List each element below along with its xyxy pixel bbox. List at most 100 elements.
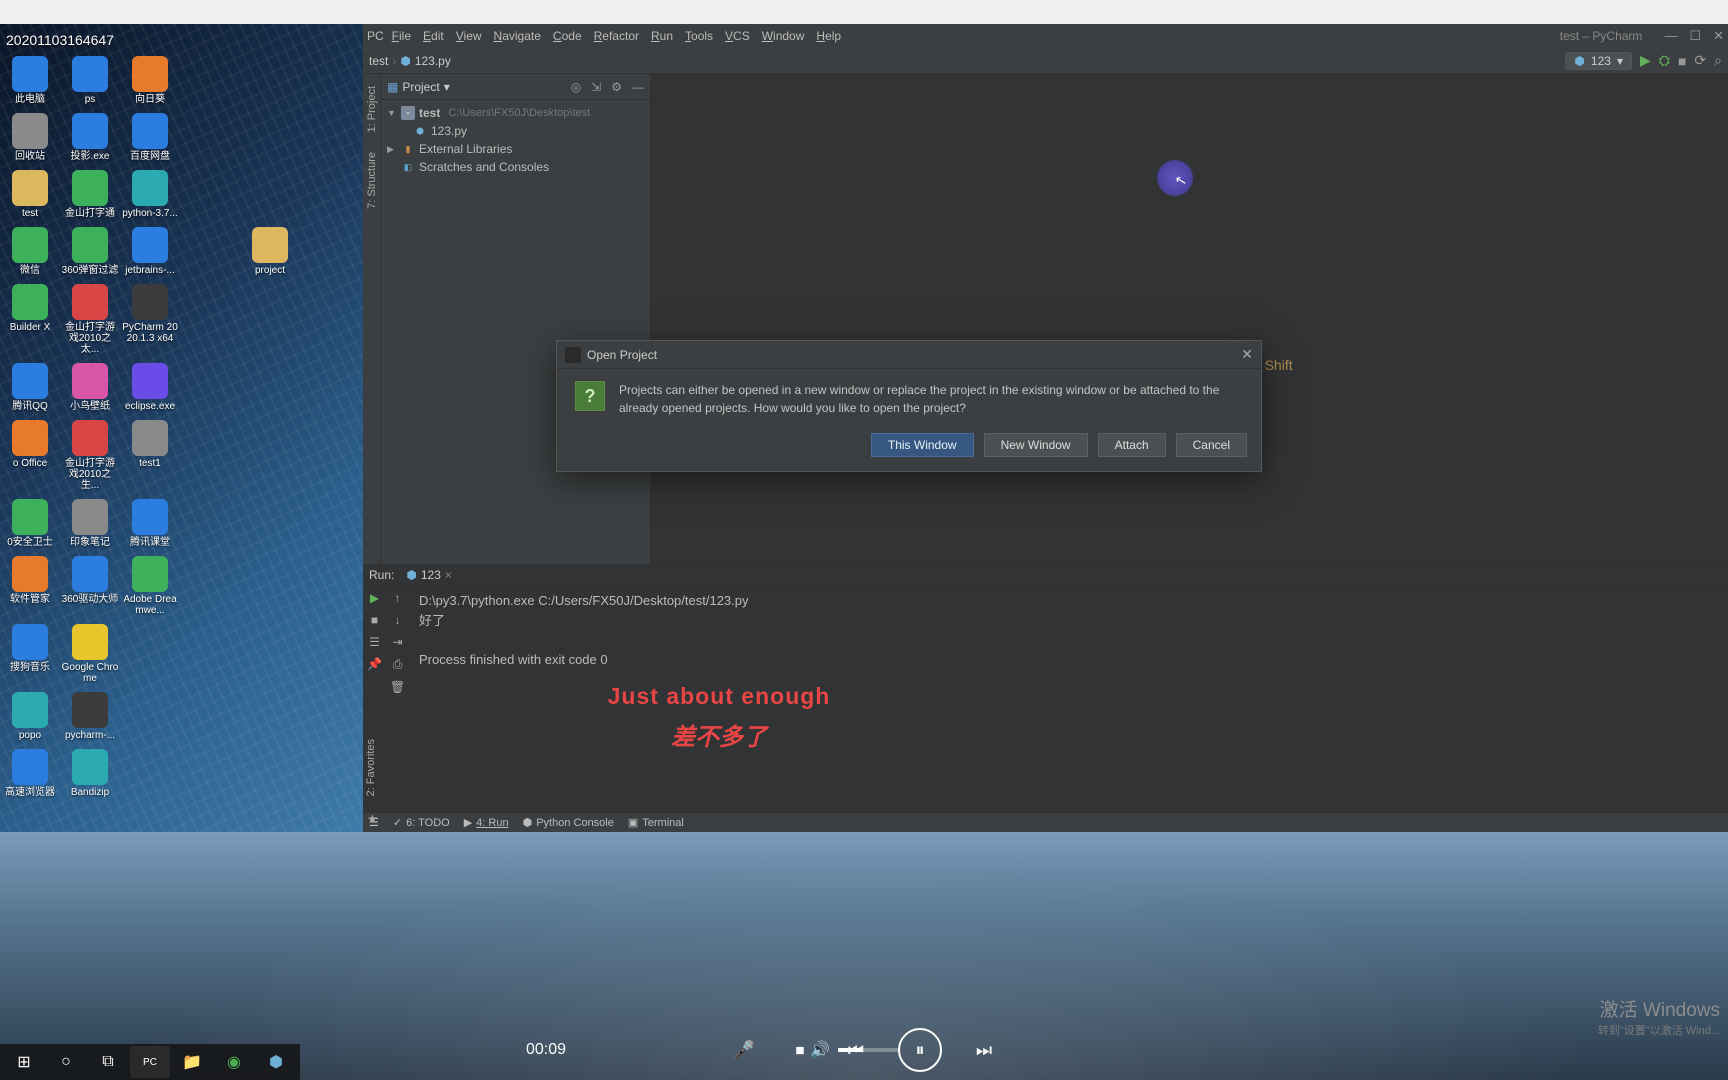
menu-vcs[interactable]: VCS: [719, 27, 756, 45]
desktop-icon[interactable]: 小鸟壁纸: [60, 363, 120, 412]
run-config-selector[interactable]: ⬢ 123 ▾: [1565, 52, 1632, 70]
desktop-icon[interactable]: Bandizip: [60, 749, 120, 798]
tab-structure[interactable]: 7: Structure: [366, 144, 378, 217]
desktop-icon[interactable]: [180, 227, 240, 276]
desktop-icon[interactable]: 印象笔记: [60, 499, 120, 548]
desktop-icon[interactable]: python-3.7...: [120, 170, 180, 219]
pause-button[interactable]: ⏸: [898, 1028, 942, 1072]
target-icon[interactable]: ◎: [571, 80, 581, 94]
desktop-icon[interactable]: test: [0, 170, 60, 219]
down-icon[interactable]: ↓: [395, 613, 401, 627]
search-icon[interactable]: ⌕: [1714, 52, 1722, 69]
new-window-button[interactable]: New Window: [984, 433, 1088, 457]
menu-refactor[interactable]: Refactor: [588, 27, 645, 45]
tree-scratches[interactable]: ◧ Scratches and Consoles: [383, 158, 648, 176]
desktop-icon[interactable]: o Office: [0, 420, 60, 491]
expand-arrow-icon[interactable]: ▶: [387, 144, 397, 155]
desktop-icon[interactable]: 金山打字游戏2010之太...: [60, 284, 120, 355]
desktop-icon[interactable]: 软件管家: [0, 556, 60, 616]
desktop-icon[interactable]: pycharm-...: [60, 692, 120, 741]
project-panel-title[interactable]: Project: [402, 80, 439, 94]
python-console-tab[interactable]: ⬢Python Console: [523, 816, 614, 829]
expand-arrow-icon[interactable]: ▼: [387, 108, 397, 118]
rerun-icon[interactable]: ▶: [370, 591, 379, 605]
tab-favorites[interactable]: 2: Favorites: [363, 733, 379, 802]
this-window-button[interactable]: This Window: [871, 433, 974, 457]
desktop-icon[interactable]: eclipse.exe: [120, 363, 180, 412]
menu-help[interactable]: Help: [810, 27, 847, 45]
desktop-icon[interactable]: 向日葵: [120, 56, 180, 105]
menu-navigate[interactable]: Navigate: [488, 27, 547, 45]
desktop-icon[interactable]: project: [240, 227, 300, 276]
close-icon[interactable]: ✕: [1713, 28, 1724, 44]
desktop-icon[interactable]: 搜狗音乐: [0, 624, 60, 684]
pin-icon[interactable]: 📌: [367, 657, 382, 671]
menu-tools[interactable]: Tools: [679, 27, 719, 45]
desktop-icon[interactable]: test1: [120, 420, 180, 491]
desktop-icon[interactable]: 腾讯课堂: [120, 499, 180, 548]
menu-window[interactable]: Window: [756, 27, 811, 45]
todo-tab[interactable]: ✓6: TODO: [393, 816, 450, 829]
mic-icon[interactable]: 🎤: [730, 1036, 758, 1064]
menu-code[interactable]: Code: [547, 27, 588, 45]
menu-view[interactable]: View: [450, 27, 488, 45]
desktop-icon[interactable]: ps: [60, 56, 120, 105]
layout-icon[interactable]: ☰: [369, 635, 380, 649]
volume-control[interactable]: 🔊: [810, 1040, 898, 1060]
stop-button-icon[interactable]: ■: [1678, 53, 1686, 69]
volume-icon[interactable]: 🔊: [810, 1040, 830, 1060]
gear-icon[interactable]: ⚙: [611, 80, 622, 94]
desktop-icon[interactable]: 腾讯QQ: [0, 363, 60, 412]
terminal-tab[interactable]: ▣Terminal: [628, 816, 684, 829]
stop-icon[interactable]: ■: [371, 613, 378, 627]
debug-button-icon[interactable]: ⛭: [1659, 52, 1670, 69]
maximize-icon[interactable]: ☐: [1689, 28, 1701, 44]
desktop-icon[interactable]: Builder X: [0, 284, 60, 355]
tab-project[interactable]: 1: Project: [366, 78, 378, 140]
chevron-down-icon[interactable]: ▾: [444, 80, 450, 94]
hide-icon[interactable]: —: [632, 80, 644, 94]
start-button[interactable]: ⊞: [4, 1046, 44, 1078]
dialog-close-icon[interactable]: ✕: [1241, 346, 1253, 363]
tree-file[interactable]: ⬢ 123.py: [383, 122, 648, 140]
desktop-icon[interactable]: 微信: [0, 227, 60, 276]
print-icon[interactable]: ⎙: [393, 657, 403, 672]
desktop-icon[interactable]: 金山打字游戏2010之生...: [60, 420, 120, 491]
run-tab-bottom[interactable]: ▶4: Run: [464, 816, 509, 829]
collapse-icon[interactable]: ⇲: [591, 80, 601, 94]
desktop-icon[interactable]: 此电脑: [0, 56, 60, 105]
menu-edit[interactable]: Edit: [417, 27, 450, 45]
desktop-icon[interactable]: popo: [0, 692, 60, 741]
search-taskbar-icon[interactable]: ○: [46, 1046, 86, 1078]
desktop-icon[interactable]: Adobe Dreamwe...: [120, 556, 180, 616]
up-icon[interactable]: ↑: [395, 591, 401, 605]
taskbar-app-other[interactable]: ⬢: [256, 1046, 296, 1078]
menu-file[interactable]: File: [386, 27, 417, 45]
desktop-icon[interactable]: 回收站: [0, 113, 60, 162]
desktop-icon[interactable]: 360驱动大师: [60, 556, 120, 616]
trash-icon[interactable]: 🗑: [390, 680, 405, 694]
tree-external-libraries[interactable]: ▶ ▮ External Libraries: [383, 140, 648, 158]
desktop-icon[interactable]: 投影.exe: [60, 113, 120, 162]
task-view-icon[interactable]: ⧉: [88, 1046, 128, 1078]
desktop-icon[interactable]: 百度网盘: [120, 113, 180, 162]
attach-button[interactable]: Attach: [1098, 433, 1166, 457]
minimize-icon[interactable]: —: [1664, 28, 1677, 44]
taskbar-app-file[interactable]: 📁: [172, 1046, 212, 1078]
cancel-button[interactable]: Cancel: [1176, 433, 1247, 457]
star-icon[interactable]: ★: [367, 812, 378, 826]
menu-run[interactable]: Run: [645, 27, 679, 45]
desktop-icon[interactable]: 360弹窗过滤: [60, 227, 120, 276]
breadcrumb-file[interactable]: 123.py: [415, 54, 451, 68]
wrap-icon[interactable]: ⇥: [392, 635, 402, 649]
run-button-icon[interactable]: ▶: [1640, 52, 1651, 69]
volume-slider[interactable]: [838, 1048, 898, 1052]
desktop-icon[interactable]: PyCharm 2020.1.3 x64: [120, 284, 180, 355]
taskbar-app-chrome[interactable]: ◉: [214, 1046, 254, 1078]
update-icon[interactable]: ⟳: [1694, 52, 1706, 69]
taskbar-app-pycharm[interactable]: PC: [130, 1046, 170, 1078]
run-output[interactable]: D:\py3.7\python.exe C:/Users/FX50J/Deskt…: [409, 585, 1728, 812]
next-track-icon[interactable]: ⏭: [970, 1036, 998, 1064]
desktop-icon[interactable]: 高速浏览器: [0, 749, 60, 798]
desktop-icon[interactable]: 0安全卫士: [0, 499, 60, 548]
